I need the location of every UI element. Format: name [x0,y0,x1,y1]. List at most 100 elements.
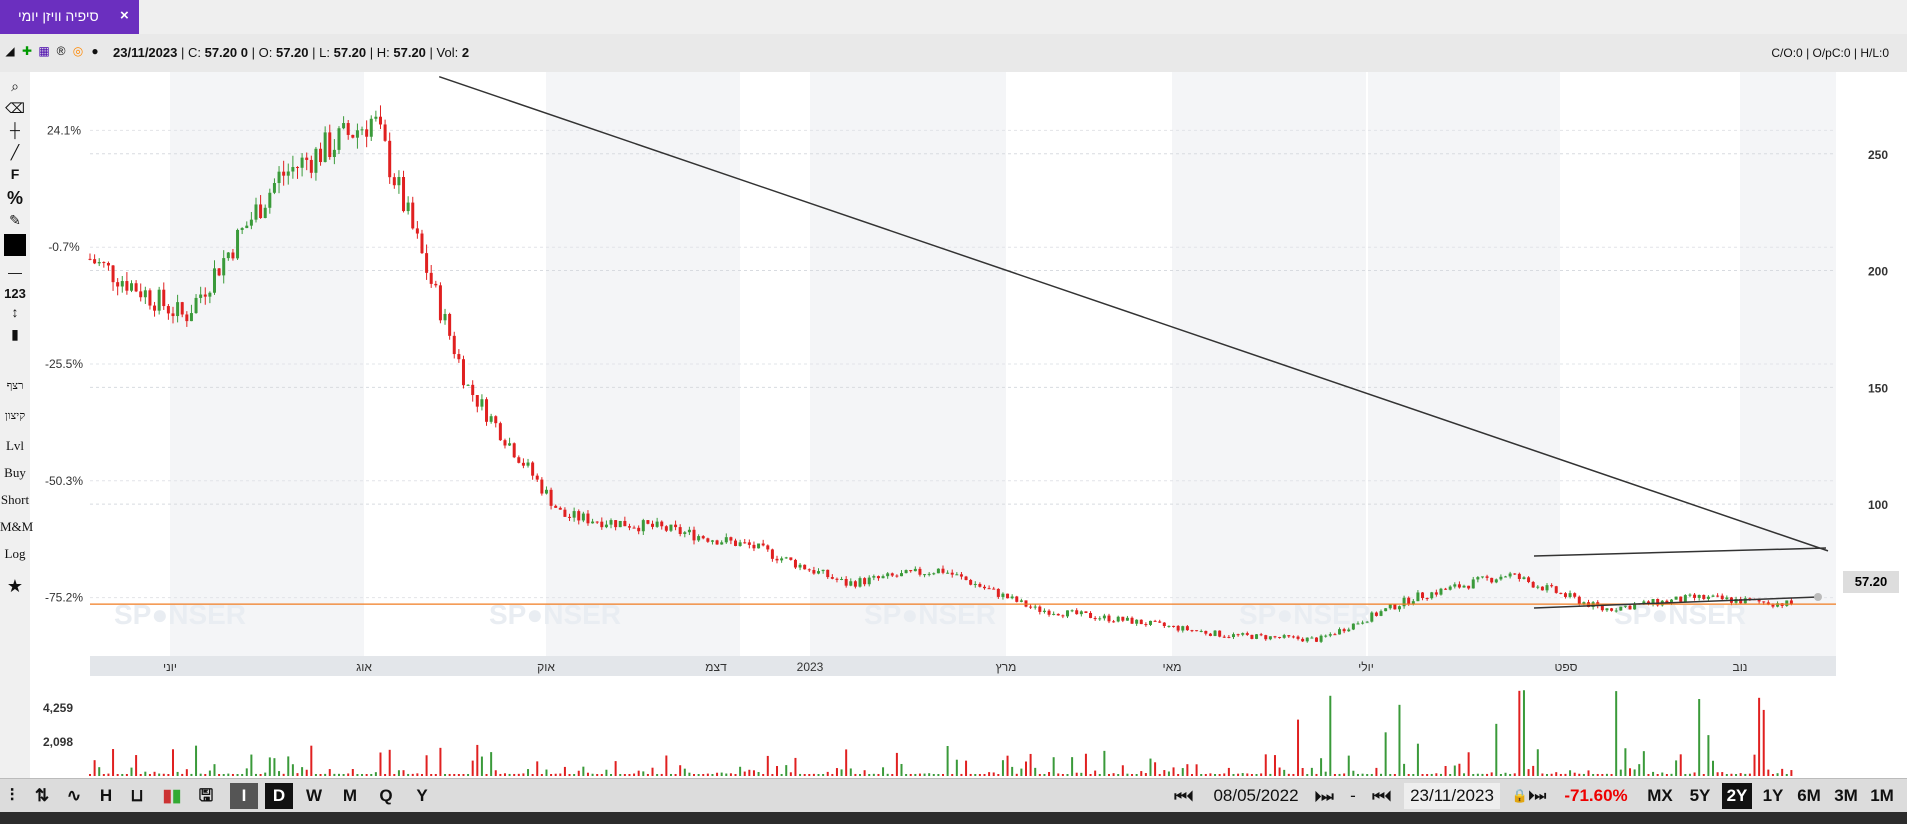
volume-bar [1624,748,1627,776]
volume-bar [185,769,188,776]
volume-bar [1347,755,1350,776]
candle-body [1439,588,1443,595]
candle-body [950,572,954,575]
candle-body [434,283,438,286]
candle-body [139,291,143,298]
hilo-type-icon[interactable]: H [96,783,116,809]
period-y[interactable]: Y [408,783,436,809]
period-d[interactable]: D [265,783,293,809]
candle-body [913,568,917,572]
range-5y[interactable]: 5Y [1685,783,1715,809]
volume-bar [1260,773,1263,776]
from-date[interactable]: 08/05/2022 [1208,783,1304,809]
volume-bar [854,773,857,776]
area-type-icon[interactable]: ⊔ [126,783,148,809]
candlestick-type-icon[interactable]: ⫶ [2,783,22,809]
range-2y[interactable]: 2Y [1722,783,1752,809]
line-type-icon[interactable]: ∿ [62,783,86,809]
volume-bar [563,766,566,776]
volume-bar [264,772,267,776]
lock-forward-icon[interactable]: 🔒⏵⏭ [1504,783,1554,809]
candle-body [1236,634,1240,636]
volume-bar [1167,771,1170,776]
candle-body [125,281,129,291]
volume-bar [1684,774,1687,776]
candle-body [1619,606,1623,611]
volume-bar [1665,774,1668,776]
to-date[interactable]: 23/11/2023 [1404,783,1500,809]
volume-bar [457,774,460,776]
candle-body [452,335,456,355]
candle-body [1319,635,1323,642]
volume-bar [1688,773,1691,776]
range-1y[interactable]: 1Y [1758,783,1788,809]
candle-body [526,462,530,466]
volume-bar [545,769,548,776]
volume-bar [139,773,142,776]
candle-body [752,544,756,549]
rewind-to-icon[interactable]: ⏮⏴ [1364,783,1400,809]
volume-bar [333,773,336,776]
volume-bar [1592,773,1595,776]
period-w[interactable]: W [300,783,328,809]
volume-bar [1163,770,1166,776]
volume-bar [1481,773,1484,776]
volume-bar [900,763,903,776]
candle-body [697,536,701,541]
bar-type-icon[interactable]: ⇅ [32,783,52,809]
range-1m[interactable]: 1M [1866,783,1898,809]
volume-axis-label: 2,098 [43,735,73,749]
candle-body [1365,621,1369,623]
candle-body [1001,593,1005,597]
candle-body [295,167,299,169]
volume-bar [1084,753,1087,776]
rewind-icon[interactable]: ⏮⏴ [1166,783,1202,809]
volume-bar [1117,774,1120,776]
candle-body [1494,579,1498,583]
candle-body [194,297,198,314]
intraday-button[interactable]: I [230,783,258,809]
volume-bar [351,769,354,776]
volume-bar [960,773,963,776]
candle-body [821,569,825,572]
colorbars-icon[interactable]: ▮▮ [158,783,186,809]
volume-bar [411,773,414,776]
volume-bar [1702,774,1705,776]
volume-bar [1633,769,1636,776]
forward-icon[interactable]: ⏵⏭ [1306,783,1342,809]
period-m[interactable]: M [336,783,364,809]
volume-bar [757,771,760,776]
volume-bar [1066,773,1069,776]
candle-body [420,233,424,254]
candle-body [715,540,719,545]
period-q[interactable]: Q [372,783,400,809]
volume-bar [1693,772,1696,776]
volume-bar [799,773,802,776]
candle-body [1019,600,1023,602]
range-6m[interactable]: 6M [1794,783,1824,809]
candle-body [485,399,489,422]
volume-bar [762,774,765,776]
volume-bar [1735,773,1738,776]
volume-bar [794,757,797,776]
range-3m[interactable]: 3M [1830,783,1862,809]
candle-body [365,129,369,137]
volume-bar [1301,768,1304,776]
range-mx[interactable]: MX [1644,783,1676,809]
candle-body [1056,613,1060,616]
candle-body [623,520,627,527]
candle-body [203,294,207,297]
volume-bar [337,773,340,776]
candle-body [120,281,124,287]
candle-body [351,134,355,138]
candle-body [655,521,659,527]
candle-body [554,505,558,508]
candle-body [581,513,585,521]
candle-body [1434,592,1438,595]
save-icon[interactable]: 🖫 [196,783,216,809]
volume-bar [633,773,636,776]
volume-bar [1264,754,1267,776]
candle-body [226,252,230,259]
volume-bar [1149,758,1152,776]
volume-bar [204,773,207,776]
